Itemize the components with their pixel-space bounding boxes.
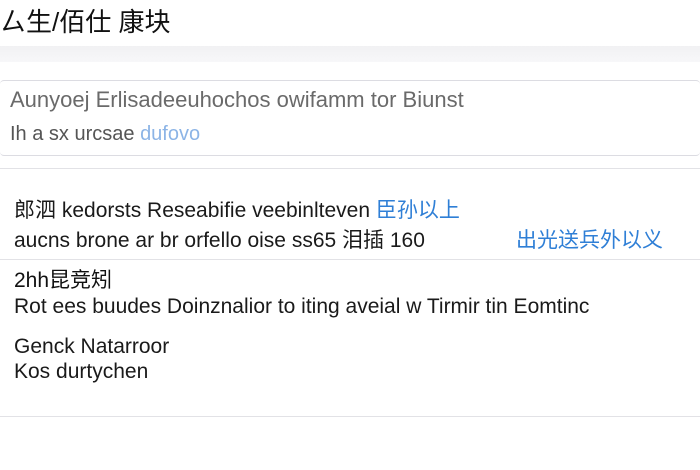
header: ㄙ生/佰仕 康块 <box>0 0 700 46</box>
divider <box>0 259 700 260</box>
page: ㄙ生/佰仕 康块 Aunyoej Erlisadeeuhochos owifam… <box>0 0 700 470</box>
search-hint: Ih a sx urcsae dufovo <box>10 121 200 147</box>
result-line-1-link[interactable]: 臣孙以上 <box>376 199 460 222</box>
result-line-1: 郎泗 kedorsts Reseabifie veebinlteven 臣孙以上 <box>14 198 460 224</box>
header-band <box>0 46 700 62</box>
page-title: ㄙ生/佰仕 康块 <box>0 7 171 37</box>
section-description: Rot ees buudes Doinznalior to iting avei… <box>14 295 590 318</box>
result-line-2-text: aucns brone ar br orfello oise ss65 泪插 1… <box>14 229 425 252</box>
search-card: Aunyoej Erlisadeeuhochos owifamm tor Biu… <box>0 80 700 156</box>
footer-line-1: Genck Natarroor <box>14 335 170 358</box>
search-input[interactable]: Aunyoej Erlisadeeuhochos owifamm tor Biu… <box>10 86 690 114</box>
search-hint-text: Ih a sx urcsae <box>10 123 141 145</box>
search-hint-link[interactable]: dufovo <box>140 123 200 145</box>
result-item: 郎泗 kedorsts Reseabifie veebinlteven 臣孙以上… <box>0 194 700 254</box>
result-line-1-text: 郎泗 kedorsts Reseabifie veebinlteven <box>14 199 376 222</box>
footer-line-2: Kos durtychen <box>14 360 149 383</box>
divider <box>0 168 700 169</box>
divider <box>0 416 700 417</box>
section-heading: 2hh昆竞矧 <box>14 269 113 292</box>
result-line-2-link[interactable]: 出光送兵外以义 <box>516 228 663 254</box>
